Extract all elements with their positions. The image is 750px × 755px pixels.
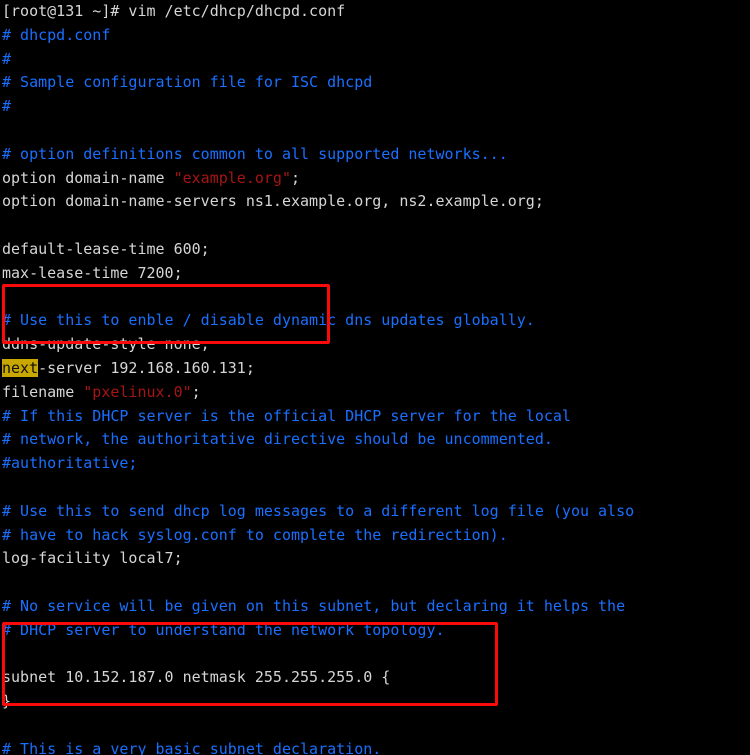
code-line: #: [2, 97, 12, 116]
terminal-window: [root@131 ~]# vim /etc/dhcp/dhcpd.conf #…: [0, 0, 750, 755]
code-text: filename: [2, 382, 84, 401]
code-line: # Use this to send dhcp log messages to …: [2, 501, 635, 520]
string-literal: "example.org": [173, 168, 291, 187]
code-line: # Use this to enble / disable dynamic dn…: [2, 311, 535, 330]
code-line: default-lease-time 600;: [2, 239, 210, 258]
code-line: #authoritative;: [2, 454, 138, 473]
code-line: max-lease-time 7200;: [2, 263, 183, 282]
code-line: # This is a very basic subnet declaratio…: [2, 739, 382, 755]
code-line: # option definitions common to all suppo…: [2, 144, 508, 163]
terminal-screen[interactable]: [root@131 ~]# vim /etc/dhcp/dhcpd.conf #…: [0, 0, 750, 755]
code-line-subnet-10-152: subnet 10.152.187.0 netmask 255.255.255.…: [2, 668, 391, 687]
code-line-ddns-update-style: ddns-update-style none;: [2, 335, 210, 354]
code-line-filename: filename "pxelinux.0";: [0, 381, 750, 405]
code-line: log-facility local7;: [2, 549, 183, 568]
code-line-domain-name: option domain-name "example.org";: [0, 167, 750, 191]
code-line: }: [2, 692, 12, 711]
code-line-next-server: next-server 192.168.160.131;: [0, 357, 750, 381]
code-text: option domain-name: [2, 168, 174, 187]
search-highlight: next: [2, 358, 39, 377]
code-line: # No service will be given on this subne…: [2, 596, 626, 615]
code-text: ;: [191, 382, 201, 401]
shell-prompt-line: [root@131 ~]# vim /etc/dhcp/dhcpd.conf: [2, 2, 346, 20]
code-line: # have to hack syslog.conf to complete t…: [2, 525, 508, 544]
code-line: #: [2, 49, 12, 68]
code-text: ;: [291, 168, 301, 187]
code-line: # network, the authoritative directive s…: [2, 430, 553, 449]
code-line: # dhcpd.conf: [2, 25, 111, 44]
code-line: # If this DHCP server is the official DH…: [2, 406, 571, 425]
code-line: # DHCP server to understand the network …: [2, 620, 445, 639]
string-literal: "pxelinux.0": [83, 382, 192, 401]
code-text: -server 192.168.160.131;: [38, 358, 255, 377]
code-line: option domain-name-servers ns1.example.o…: [2, 192, 544, 211]
code-line: # Sample configuration file for ISC dhcp…: [2, 73, 373, 92]
